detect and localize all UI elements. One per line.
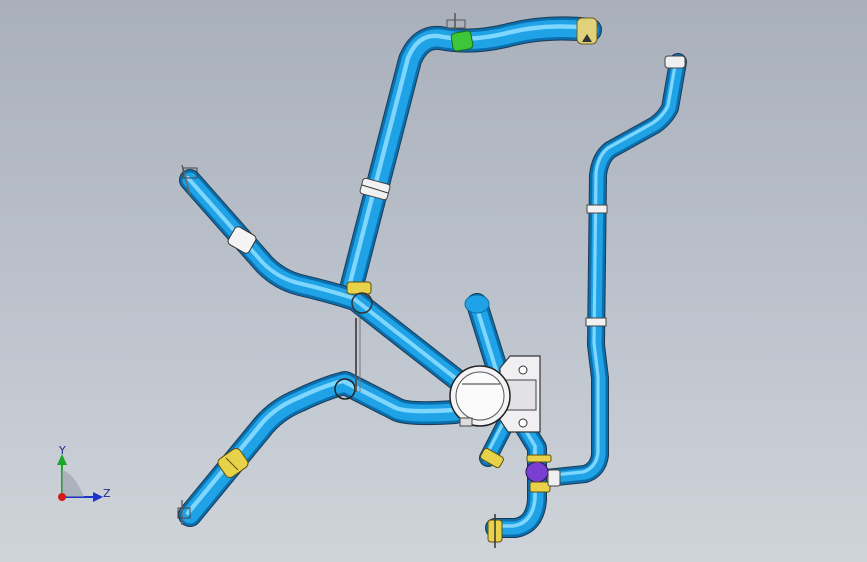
top-end-fitting[interactable] [576, 17, 598, 45]
z-axis-label: Z [103, 487, 111, 500]
pipe-left-lower[interactable] [178, 371, 467, 527]
axis-plane-shading [62, 470, 84, 497]
pipe-network[interactable] [178, 16, 687, 538]
y-axis-label: Y [58, 444, 66, 457]
coordinate-triad: Y Z [57, 444, 111, 502]
x-axis-dot [58, 493, 66, 501]
cad-viewport[interactable]: Y Z [0, 0, 867, 562]
z-axis-arrowhead [93, 492, 103, 502]
right-clamp-lower[interactable] [585, 317, 607, 327]
pipe-top-run[interactable] [340, 16, 602, 297]
pipe-left-upper[interactable] [179, 169, 481, 401]
valve-inlet-stub[interactable] [464, 294, 490, 314]
pipe-right-vertical[interactable] [537, 53, 687, 487]
pipe-assembly-scene[interactable]: Y Z [0, 0, 867, 562]
right-top-end-fitting[interactable] [664, 55, 686, 69]
right-clamp-upper[interactable] [586, 204, 608, 214]
